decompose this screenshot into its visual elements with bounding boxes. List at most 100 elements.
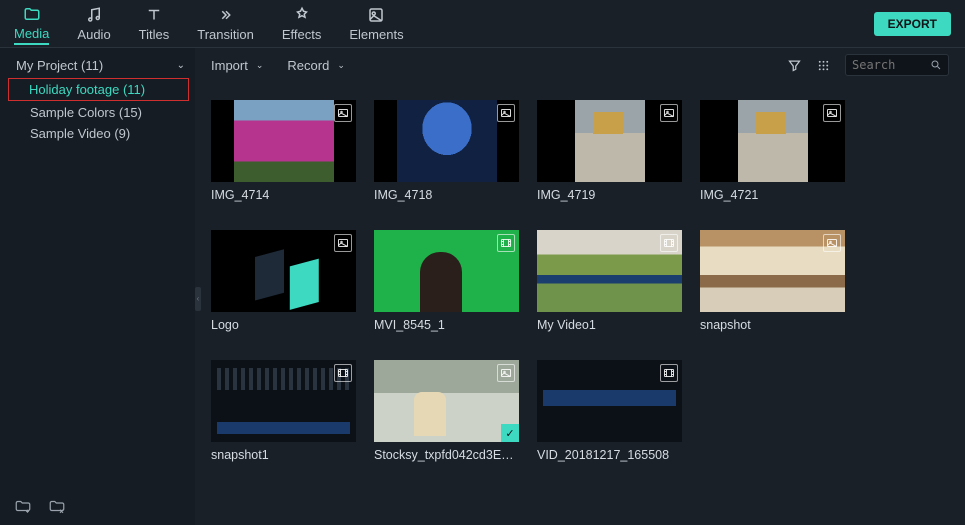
elements-icon <box>367 6 385 24</box>
export-button[interactable]: EXPORT <box>874 12 951 36</box>
clip-thumbnail[interactable] <box>374 100 519 182</box>
media-clip[interactable]: Logo <box>211 230 356 332</box>
folder-icon <box>23 5 41 23</box>
clip-thumbnail[interactable] <box>374 230 519 312</box>
image-type-icon <box>334 104 352 122</box>
media-clip[interactable]: snapshot <box>700 230 845 332</box>
media-clip[interactable]: My Video1 <box>537 230 682 332</box>
tab-label: Audio <box>77 27 110 42</box>
tab-audio[interactable]: Audio <box>77 4 110 44</box>
clip-thumbnail[interactable] <box>537 100 682 182</box>
clip-thumbnail[interactable] <box>211 360 356 442</box>
toolbar-right <box>787 54 949 76</box>
check-icon: ✓ <box>501 424 519 442</box>
image-type-icon <box>334 234 352 252</box>
media-clip[interactable]: ✓ Stocksy_txpfd042cd3EA... <box>374 360 519 462</box>
clip-thumbnail[interactable] <box>700 100 845 182</box>
tab-effects[interactable]: Effects <box>282 4 322 44</box>
tab-label: Effects <box>282 27 322 42</box>
search-input[interactable] <box>852 58 930 72</box>
delete-folder-icon[interactable] <box>48 497 66 515</box>
clip-label: IMG_4721 <box>700 188 845 202</box>
clip-thumbnail[interactable] <box>700 230 845 312</box>
thumbnail-art <box>249 243 318 299</box>
toolbar-label: Import <box>211 58 248 73</box>
clip-thumbnail[interactable] <box>537 230 682 312</box>
tab-label: Titles <box>139 27 170 42</box>
clip-label: snapshot1 <box>211 448 356 462</box>
media-clip[interactable]: IMG_4721 <box>700 100 845 202</box>
clip-label: IMG_4714 <box>211 188 356 202</box>
clip-label: IMG_4719 <box>537 188 682 202</box>
search-field[interactable] <box>845 54 949 76</box>
effects-icon <box>293 6 311 24</box>
image-type-icon <box>497 364 515 382</box>
clip-label: Stocksy_txpfd042cd3EA... <box>374 448 519 462</box>
video-type-icon <box>660 364 678 382</box>
image-type-icon <box>497 104 515 122</box>
sidebar-item-label: Sample Video (9) <box>30 126 130 141</box>
new-folder-icon[interactable] <box>14 497 32 515</box>
sidebar-item-holiday-footage[interactable]: Holiday footage (11) <box>8 78 189 101</box>
tab-titles[interactable]: Titles <box>139 4 170 44</box>
sidebar-item-sample-video[interactable]: Sample Video (9) <box>0 123 195 144</box>
clip-label: MVI_8545_1 <box>374 318 519 332</box>
resize-handle[interactable]: ‹ <box>195 287 201 311</box>
music-icon <box>85 6 103 24</box>
clip-label: snapshot <box>700 318 845 332</box>
video-type-icon <box>334 364 352 382</box>
media-clip[interactable]: MVI_8545_1 <box>374 230 519 332</box>
clip-thumbnail[interactable]: ✓ <box>374 360 519 442</box>
tab-media[interactable]: Media <box>14 3 49 45</box>
media-clip[interactable]: IMG_4718 <box>374 100 519 202</box>
thumbnail-art <box>397 100 497 182</box>
clip-thumbnail[interactable] <box>537 360 682 442</box>
clip-thumbnail[interactable] <box>211 230 356 312</box>
sidebar-item-label: Holiday footage (11) <box>29 82 145 97</box>
chevron-down-icon: ⌄ <box>177 60 185 71</box>
tab-label: Elements <box>349 27 403 42</box>
media-clip[interactable]: IMG_4719 <box>537 100 682 202</box>
main: My Project (11) ⌄ Holiday footage (11) S… <box>0 48 965 525</box>
sidebar-item-sample-colors[interactable]: Sample Colors (15) <box>0 102 195 123</box>
content: Import ⌄ Record ⌄ IMG_4714IMG_4718IMG_47… <box>195 48 965 525</box>
toolbar-label: Record <box>287 58 329 73</box>
clip-label: IMG_4718 <box>374 188 519 202</box>
sidebar-footer <box>0 487 195 525</box>
clip-label: Logo <box>211 318 356 332</box>
image-type-icon <box>823 234 841 252</box>
media-clip[interactable]: snapshot1 <box>211 360 356 462</box>
chevron-down-icon: ⌄ <box>256 60 264 71</box>
video-type-icon <box>660 234 678 252</box>
video-type-icon <box>497 234 515 252</box>
sidebar-item-label: Sample Colors (15) <box>30 105 142 120</box>
chevron-left-icon: ‹ <box>197 294 200 303</box>
media-clip[interactable]: VID_20181217_165508 <box>537 360 682 462</box>
text-icon <box>145 6 163 24</box>
thumbnail-art <box>234 100 334 182</box>
sidebar: My Project (11) ⌄ Holiday footage (11) S… <box>0 48 195 525</box>
image-type-icon <box>660 104 678 122</box>
media-grid: IMG_4714 IMG_4718 IMG_4719 IMG_4721 Logo MVI_… <box>195 82 965 525</box>
top-tabs: Media Audio Titles Transition Effects El… <box>0 0 965 48</box>
tab-elements[interactable]: Elements <box>349 4 403 44</box>
import-dropdown[interactable]: Import ⌄ <box>211 58 263 73</box>
thumbnail-art <box>738 100 808 182</box>
toolbar: Import ⌄ Record ⌄ <box>195 48 965 82</box>
clip-thumbnail[interactable] <box>211 100 356 182</box>
image-type-icon <box>823 104 841 122</box>
tab-label: Media <box>14 26 49 41</box>
grid-view-icon[interactable] <box>816 58 831 73</box>
record-dropdown[interactable]: Record ⌄ <box>287 58 344 73</box>
sidebar-tree: My Project (11) ⌄ Holiday footage (11) S… <box>0 48 195 487</box>
chevron-down-icon: ⌄ <box>337 60 345 71</box>
transition-icon <box>217 6 235 24</box>
search-icon <box>930 59 942 71</box>
thumbnail-art <box>575 100 645 182</box>
sidebar-item-label: My Project (11) <box>16 58 103 73</box>
sidebar-item-project[interactable]: My Project (11) ⌄ <box>0 54 195 77</box>
tab-transition[interactable]: Transition <box>197 4 254 44</box>
filter-icon[interactable] <box>787 58 802 73</box>
tab-label: Transition <box>197 27 254 42</box>
media-clip[interactable]: IMG_4714 <box>211 100 356 202</box>
